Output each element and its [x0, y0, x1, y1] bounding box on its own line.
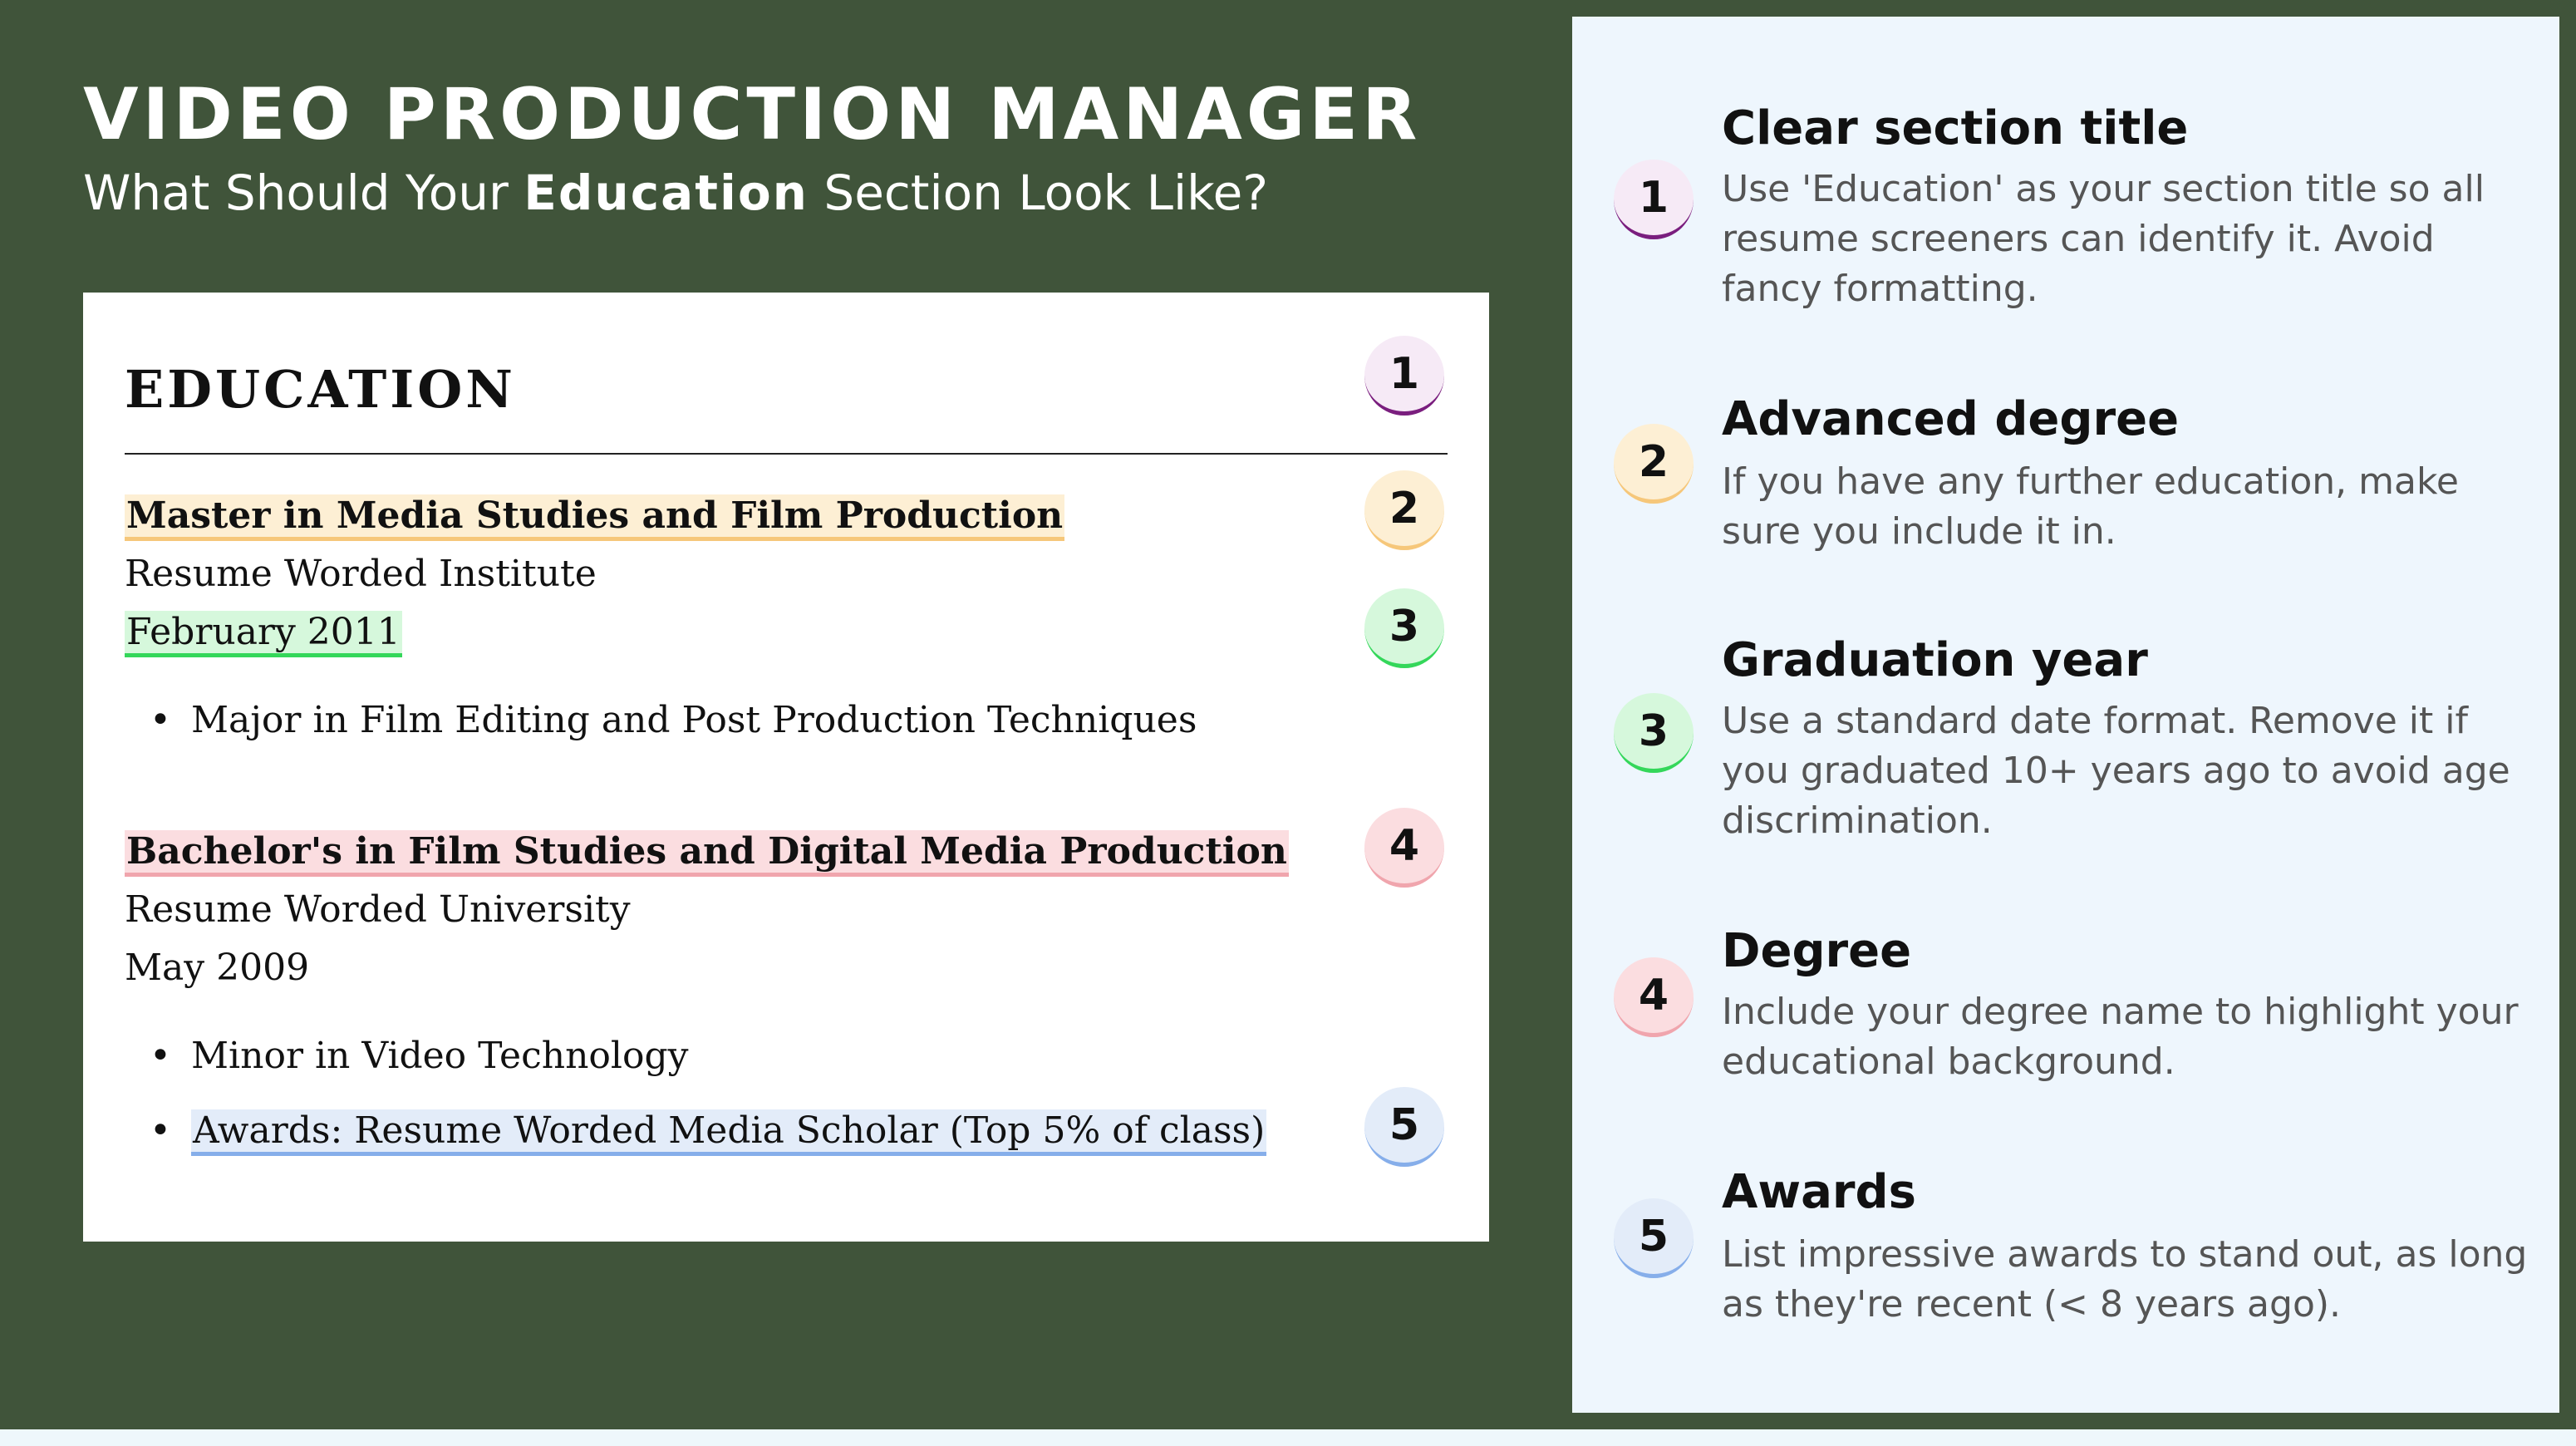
education-section-title: EDUCATION [125, 359, 516, 420]
degree-line-1: Master in Media Studies and Film Product… [125, 490, 1065, 542]
callout-badge-1: 1 [1364, 336, 1444, 416]
subtitle-after: Section Look Like? [808, 165, 1269, 221]
callout-badge-3: 3 [1364, 588, 1444, 668]
resume-education-card: EDUCATION 1 Master in Media Studies and … [83, 293, 1489, 1242]
bullet-item-2: • Minor in Video Technology [150, 1030, 689, 1082]
date-2: May 2009 [125, 947, 310, 989]
tip-body-3: Use a standard date format. Remove it if… [1722, 700, 2510, 842]
page-subtitle: What Should Your Education Section Look … [83, 165, 1268, 221]
subtitle-before: What Should Your [83, 165, 524, 221]
tip-badge-3: 3 [1614, 693, 1694, 773]
tip-title-2: Advanced degree [1722, 392, 2180, 446]
bullet-text-3: Awards: Resume Worded Media Scholar (Top… [191, 1109, 1267, 1156]
tip-badge-2: 2 [1614, 424, 1694, 504]
tip-title-4: Degree [1722, 924, 1912, 978]
subtitle-emphasis: Education [524, 165, 809, 221]
degree-line-2: Bachelor's in Film Studies and Digital M… [125, 826, 1289, 878]
school-1: Resume Worded Institute [125, 553, 597, 595]
tips-panel: 1 Clear section title Use 'Education' as… [1572, 17, 2559, 1413]
callout-badge-2: 2 [1364, 470, 1444, 550]
tip-badge-4: 4 [1614, 957, 1694, 1037]
date-line-1: February 2011 [125, 607, 402, 658]
tip-body-1: Use 'Education' as your section title so… [1722, 168, 2485, 310]
bullet-glyph: • [150, 1035, 171, 1077]
bullet-glyph: • [150, 1109, 171, 1152]
tip-title-3: Graduation year [1722, 633, 2148, 687]
tip-badge-5: 5 [1614, 1198, 1694, 1278]
degree-2: Bachelor's in Film Studies and Digital M… [125, 830, 1289, 877]
page-title: VIDEO PRODUCTION MANAGER [83, 73, 1422, 156]
bullet-item-1: • Major in Film Editing and Post Producti… [150, 695, 1197, 746]
tip-title-5: Awards [1722, 1165, 1916, 1219]
bullet-item-3: • Awards: Resume Worded Media Scholar (To… [150, 1105, 1267, 1157]
degree-1: Master in Media Studies and Film Product… [125, 494, 1065, 541]
tip-body-4: Include your degree name to highlight yo… [1722, 991, 2519, 1083]
tip-badge-1: 1 [1614, 160, 1694, 239]
callout-badge-5: 5 [1364, 1087, 1444, 1167]
tip-body-2: If you have any further education, make … [1722, 460, 2459, 553]
bullet-text-2: Minor in Video Technology [191, 1035, 689, 1077]
callout-badge-4: 4 [1364, 808, 1444, 888]
tip-title-1: Clear section title [1722, 101, 2189, 155]
bullet-glyph: • [150, 699, 171, 741]
tip-body-5: List impressive awards to stand out, as … [1722, 1233, 2528, 1326]
section-divider [125, 453, 1448, 455]
school-2: Resume Worded University [125, 888, 631, 931]
date-1: February 2011 [125, 611, 402, 657]
bullet-text-1: Major in Film Editing and Post Productio… [191, 699, 1197, 741]
